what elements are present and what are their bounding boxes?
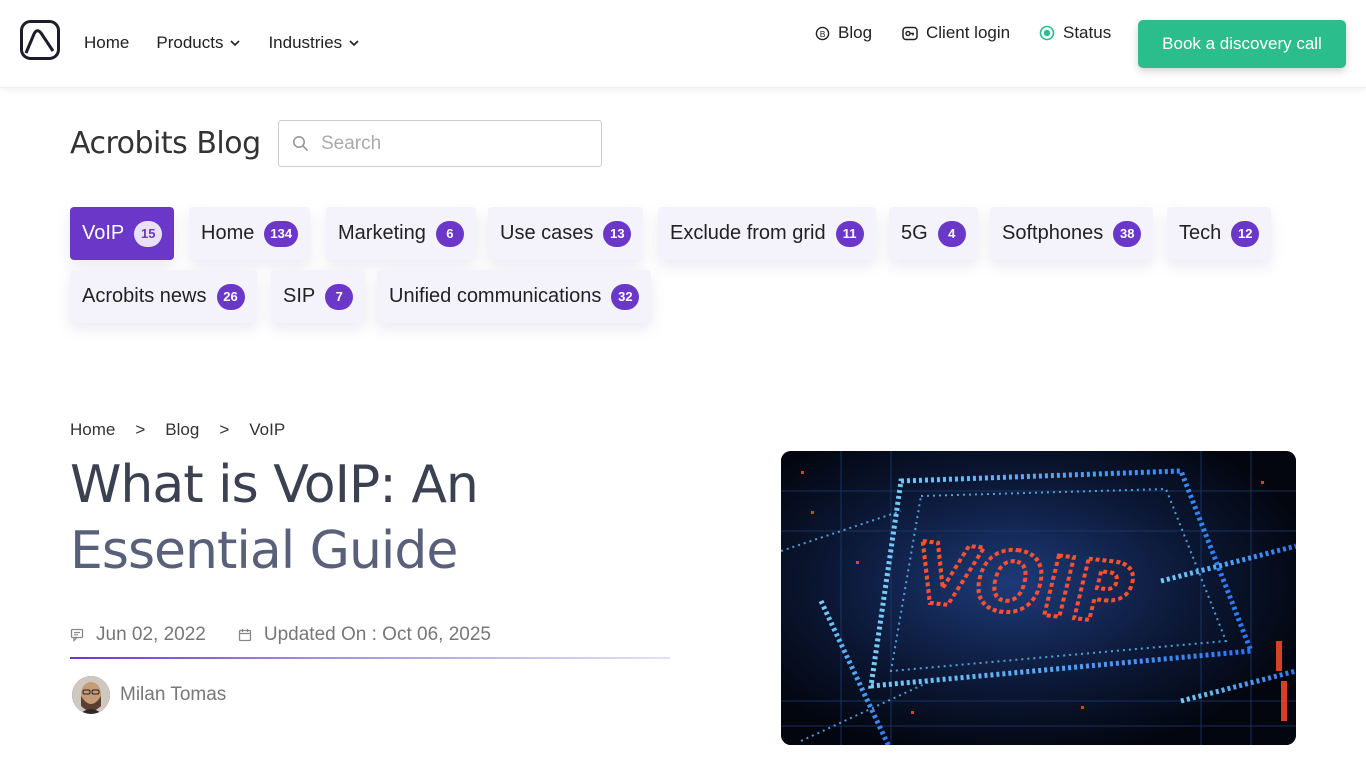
book-discovery-call-button[interactable]: Book a discovery call [1138,20,1346,68]
tag-label: Home [201,222,255,244]
tag-label: Acrobits news [82,285,207,307]
tag-count-badge: 26 [216,283,245,310]
voip-circuit-illustration: VOIP [781,451,1296,745]
search-box[interactable] [278,120,602,167]
key-icon [902,26,918,40]
nav-industries-label: Industries [268,33,343,52]
blog-title: Acrobits Blog [70,126,261,161]
tag-label: VoIP [82,222,125,244]
nav-client-login-label: Client login [926,23,1011,42]
article-title-line-2: Essential Guide [70,521,458,581]
calendar-icon [238,629,252,642]
tag-count-badge: 4 [937,220,966,247]
tag-count-badge: 13 [603,220,632,247]
tag-label: Tech [1179,222,1222,244]
tag-count-badge: 38 [1113,220,1142,247]
updated-date: Updated On : Oct 06, 2025 [238,624,491,646]
tag-count-badge: 6 [435,220,464,247]
tag-exclude-from-grid[interactable]: Exclude from grid 11 [658,207,876,260]
tag-label: Unified communications [389,285,602,307]
tag-label: SIP [283,285,316,307]
published-date-text: Jun 02, 2022 [96,624,206,645]
tag-count-badge: 7 [325,283,354,310]
tag-5g[interactable]: 5G 4 [889,207,978,260]
nav-products[interactable]: Products [156,33,241,53]
blog-icon: B [815,26,830,40]
acrobits-logo[interactable] [20,20,60,60]
tag-count-badge: 11 [835,220,864,247]
breadcrumb-blog[interactable]: Blog [165,420,199,440]
chevron-down-icon [349,40,359,47]
tag-count-badge: 15 [134,220,163,247]
nav-products-label: Products [156,33,224,52]
tag-count-badge: 134 [264,220,299,247]
article-title-line-1: What is VoIP: An [70,455,479,515]
article-meta: Jun 02, 2022 Updated On : Oct 06, 2025 [70,624,491,646]
author-name: Milan Tomas [120,684,227,705]
svg-text:B: B [820,28,826,38]
tag-label: Exclude from grid [670,222,826,244]
tag-unified-communications[interactable]: Unified communications 32 [377,270,652,323]
search-icon [293,136,309,152]
breadcrumb-separator: > [219,420,230,439]
nav-industries[interactable]: Industries [268,33,360,53]
updated-date-text: Updated On : Oct 06, 2025 [263,624,491,645]
tag-count-badge: 32 [611,283,640,310]
author-photo [72,676,110,714]
nav-status-label: Status [1063,23,1112,42]
tag-label: Marketing [338,222,426,244]
nav-status-link[interactable]: Status [1039,23,1111,43]
site-header: Home Products Industries B Blog Client l… [0,0,1366,88]
published-date: Jun 02, 2022 [70,624,206,646]
article-title: What is VoIP: An Essential Guide [70,452,670,584]
tag-marketing[interactable]: Marketing 6 [326,207,476,260]
tag-sip[interactable]: SIP 7 [271,270,366,323]
nav-blog-label: Blog [838,23,873,42]
hero-image: VOIP [781,451,1296,745]
tag-use-cases[interactable]: Use cases 13 [488,207,644,260]
tag-acrobits-news[interactable]: Acrobits news 26 [70,270,257,323]
breadcrumb-home[interactable]: Home [70,420,115,440]
tag-voip[interactable]: VoIP 15 [70,207,175,260]
breadcrumb-current: VoIP [249,420,286,439]
tag-softphones[interactable]: Softphones 38 [990,207,1154,260]
tag-label: 5G [901,222,928,244]
breadcrumb: Home > Blog > VoIP [70,420,285,440]
tag-count-badge: 12 [1231,220,1260,247]
breadcrumb-separator: > [135,420,146,439]
tag-tech[interactable]: Tech 12 [1167,207,1272,260]
author[interactable]: Milan Tomas [72,676,226,714]
chevron-down-icon [230,40,241,47]
avatar [72,676,110,714]
meta-divider [70,657,670,659]
status-icon [1039,25,1055,41]
nav-blog-link[interactable]: B Blog [815,23,872,43]
tag-home[interactable]: Home 134 [189,207,311,260]
tag-label: Use cases [500,222,594,244]
nav-home-label: Home [84,33,130,52]
tag-label: Softphones [1002,222,1104,244]
search-input[interactable] [321,132,581,155]
nav-client-login-link[interactable]: Client login [902,23,1010,43]
comment-icon [70,628,84,642]
nav-home[interactable]: Home [84,33,129,53]
primary-nav: Home Products Industries [84,33,387,53]
